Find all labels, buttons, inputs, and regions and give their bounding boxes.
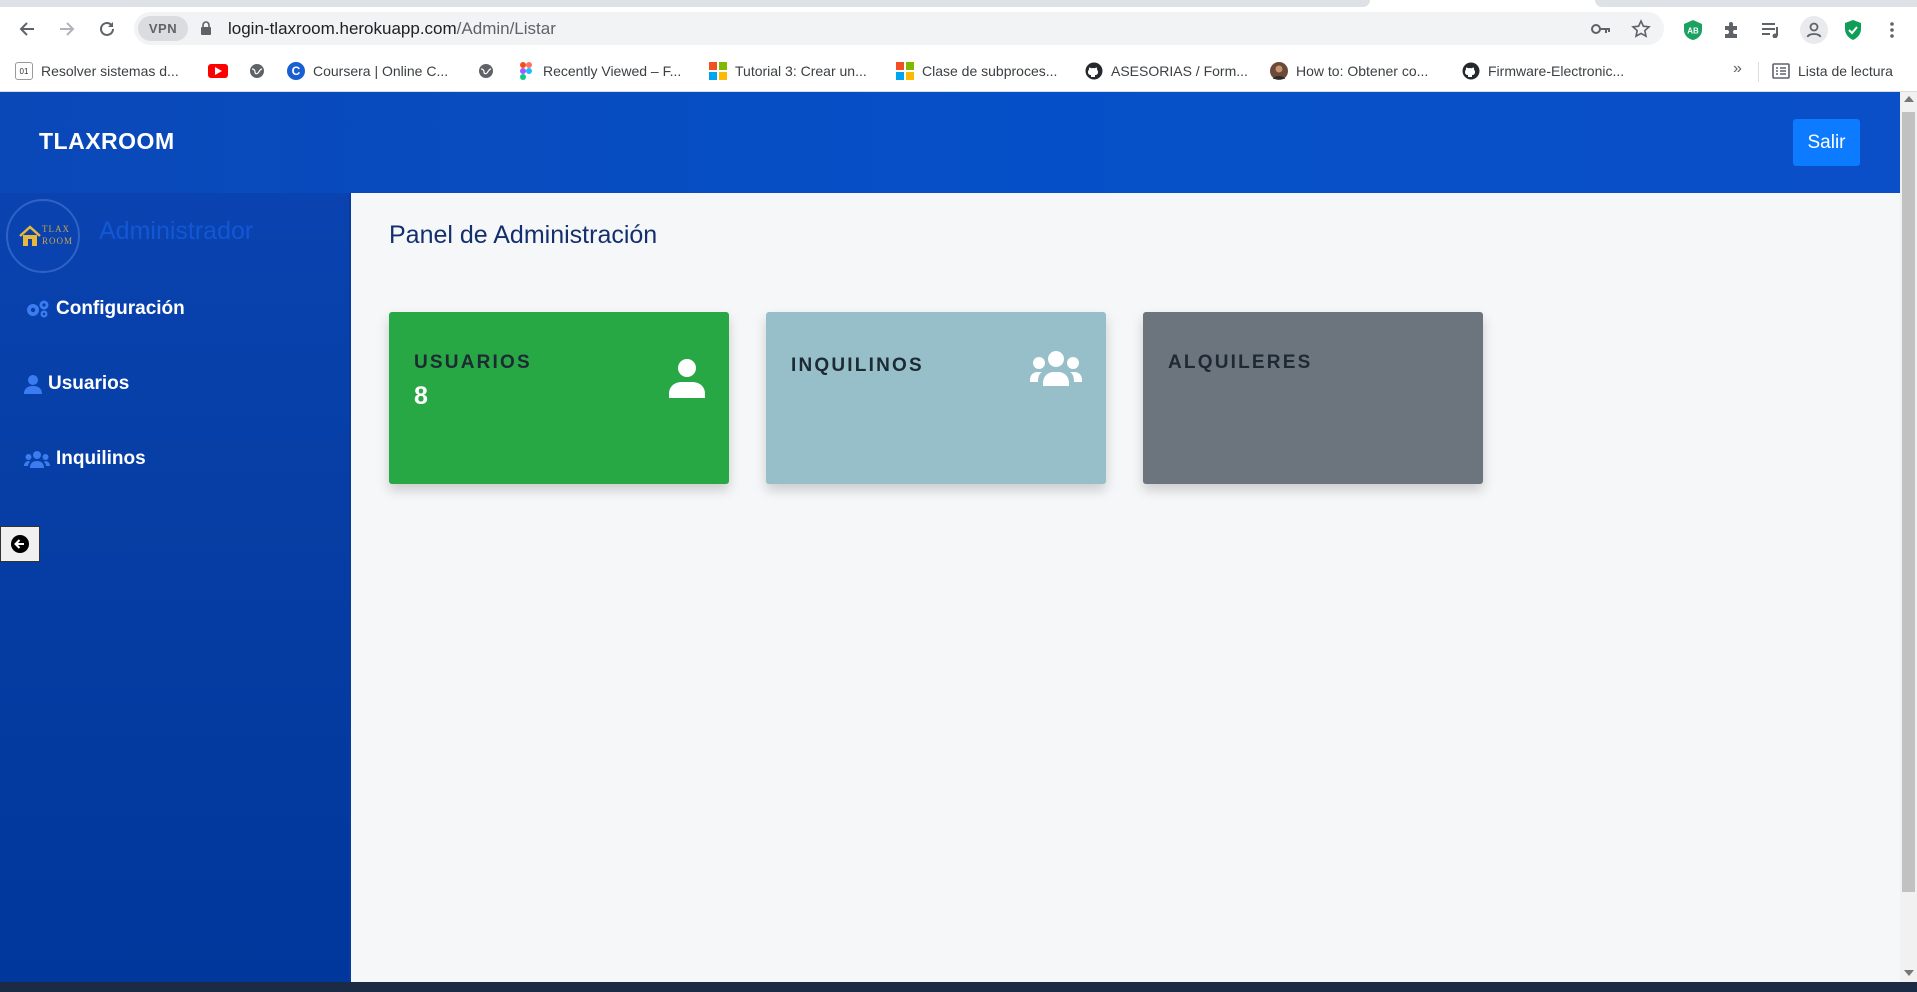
- sidebar: TLAX ROOM Administrador Configuración Usu…: [0, 193, 349, 982]
- page-scrollbar[interactable]: [1900, 92, 1917, 982]
- users-card[interactable]: USUARIOS 8: [389, 312, 729, 484]
- bookmark-label: ASESORIAS / Form...: [1111, 63, 1248, 79]
- star-icon[interactable]: [1628, 16, 1654, 42]
- profile-icon[interactable]: [1800, 16, 1828, 44]
- bookmark-label: Firmware-Electronic...: [1488, 63, 1625, 79]
- menu-kebab-icon[interactable]: [1880, 18, 1904, 42]
- bookmark-item[interactable]: C Coursera | Online C...: [287, 60, 448, 82]
- adblock-extension-icon[interactable]: AB: [1681, 18, 1705, 42]
- reading-list-icon: [1772, 62, 1790, 80]
- sidebar-item-label: Inquilinos: [56, 448, 146, 469]
- logout-button[interactable]: Salir: [1793, 119, 1860, 166]
- bookmark-label: Clase de subproces...: [922, 63, 1058, 79]
- bookmark-item[interactable]: ASESORIAS / Form...: [1085, 60, 1248, 82]
- reading-list-label: Lista de lectura: [1798, 63, 1893, 79]
- sidebar-item-config[interactable]: Configuración: [24, 294, 185, 324]
- bookmark-label: Recently Viewed – F...: [543, 63, 682, 79]
- sidebar-item-tenants[interactable]: Inquilinos: [24, 444, 146, 474]
- youtube-icon: [208, 64, 228, 78]
- browser-toolbar: VPN login-tlaxroom.herokuapp.com/Admin/L…: [0, 8, 1917, 50]
- top-navbar: TLAXROOM Salir: [0, 92, 1900, 193]
- card-label: USUARIOS: [414, 352, 532, 373]
- vpn-badge[interactable]: VPN: [138, 16, 188, 41]
- bookmark-item[interactable]: Clase de subproces...: [896, 60, 1057, 82]
- card-label: ALQUILERES: [1168, 352, 1313, 373]
- tab-edge: [0, 0, 1370, 7]
- url-text[interactable]: login-tlaxroom.herokuapp.com/Admin/Lista…: [228, 19, 556, 39]
- bookmark-item[interactable]: Recently Viewed – F...: [517, 60, 681, 82]
- main-content: Panel de Administración USUARIOS 8 INQUI…: [349, 193, 1900, 982]
- role-title: Administrador: [99, 217, 254, 245]
- puzzle-icon[interactable]: [1720, 18, 1744, 42]
- sidebar-item-users[interactable]: Usuarios: [24, 369, 129, 399]
- github-icon: [1085, 62, 1103, 80]
- tenants-card[interactable]: INQUILINOS: [766, 312, 1106, 484]
- bookmark-label: Coursera | Online C...: [313, 63, 449, 79]
- bookmark-item[interactable]: [477, 60, 503, 82]
- bookmark-label: Resolver sistemas d...: [41, 63, 179, 79]
- brand-logo[interactable]: TLAXROOM: [39, 128, 175, 155]
- tab-strip: [0, 0, 1917, 8]
- lock-icon[interactable]: [200, 21, 212, 36]
- bookmark-item[interactable]: 01 Resolver sistemas d...: [15, 60, 179, 82]
- users-icon: [1030, 351, 1082, 386]
- bookmark-item[interactable]: How to: Obtener co...: [1270, 60, 1428, 82]
- avatar-text-line: ROOM: [42, 236, 74, 246]
- admin-avatar: TLAX ROOM: [6, 199, 80, 273]
- forward-icon[interactable]: [52, 14, 82, 44]
- rentals-card[interactable]: ALQUILERES: [1143, 312, 1483, 484]
- microsoft-icon: [896, 62, 914, 80]
- media-queue-icon[interactable]: [1759, 18, 1783, 42]
- microsoft-icon: [709, 62, 727, 80]
- globe-icon: [248, 62, 266, 80]
- bookmark-label: Tutorial 3: Crear un...: [735, 63, 867, 79]
- bookmark-item[interactable]: Firmware-Electronic...: [1462, 60, 1624, 82]
- sidebar-item-label: Configuración: [56, 298, 185, 319]
- card-count: 8: [414, 382, 428, 410]
- scroll-up-arrow[interactable]: [1904, 96, 1914, 102]
- reload-icon[interactable]: [92, 14, 122, 44]
- cogs-icon: [24, 299, 50, 319]
- bookmark-item[interactable]: Tutorial 3: Crear un...: [709, 60, 867, 82]
- bookmarks-divider: [1758, 62, 1759, 82]
- sidebar-collapse-button[interactable]: [0, 526, 40, 562]
- bookmark-label: How to: Obtener co...: [1296, 63, 1429, 79]
- globe-icon: [477, 62, 495, 80]
- url-path: /Admin/Listar: [456, 19, 556, 38]
- bookmark-item[interactable]: [248, 60, 274, 82]
- sidebar-item-label: Usuarios: [48, 373, 130, 394]
- user-icon: [669, 359, 705, 398]
- address-bar[interactable]: VPN login-tlaxroom.herokuapp.com/Admin/L…: [134, 12, 1664, 45]
- url-host: login-tlaxroom.herokuapp.com: [228, 19, 457, 38]
- avatar-logo-text: TLAX ROOM: [42, 223, 73, 247]
- app-viewport: TLAXROOM Salir TLAX ROOM Administrador Co…: [0, 92, 1917, 992]
- avatar-text-line: TLAX: [42, 224, 70, 234]
- scroll-down-arrow[interactable]: [1904, 970, 1914, 976]
- scrollbar-thumb[interactable]: [1902, 112, 1915, 892]
- arrow-circle-left-icon: [11, 535, 29, 553]
- house-icon: [19, 225, 41, 246]
- os-taskbar: [0, 982, 1917, 992]
- back-icon[interactable]: [12, 14, 42, 44]
- users-icon: [24, 450, 50, 468]
- bookmark-item[interactable]: [208, 60, 236, 82]
- user-icon: [24, 374, 42, 394]
- github-icon: [1462, 62, 1480, 80]
- binary-icon: 01: [15, 62, 33, 80]
- bookmarks-overflow-button[interactable]: »: [1733, 60, 1742, 78]
- avatar-photo-icon: [1270, 62, 1288, 80]
- extension-badge-text: AB: [1687, 27, 1699, 36]
- key-icon[interactable]: [1588, 16, 1614, 42]
- bookmarks-bar: 01 Resolver sistemas d... C Coursera | O…: [0, 50, 1917, 92]
- tab-edge: [1595, 0, 1917, 7]
- reading-list-button[interactable]: Lista de lectura: [1772, 60, 1893, 82]
- page-title: Panel de Administración: [389, 221, 658, 249]
- coursera-icon: C: [287, 62, 305, 80]
- card-label: INQUILINOS: [791, 355, 924, 376]
- shield-check-icon[interactable]: [1841, 18, 1865, 42]
- figma-icon: [517, 62, 535, 80]
